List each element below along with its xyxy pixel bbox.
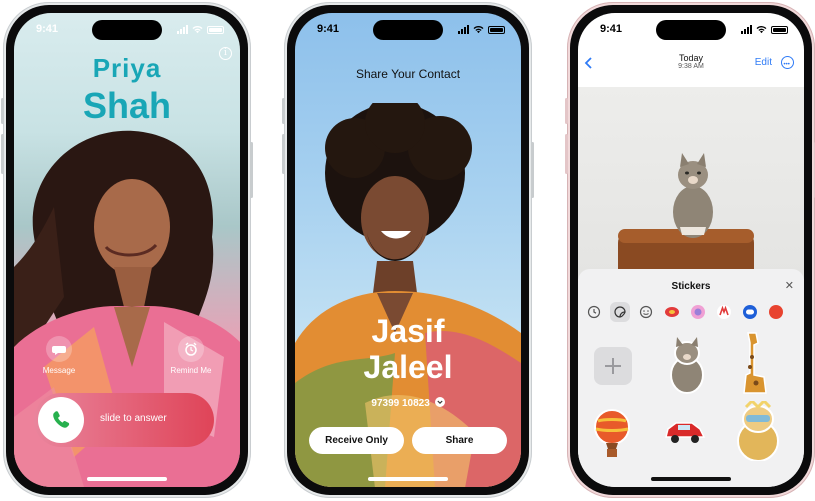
stickers-drawer: Stickers ✕ (578, 269, 804, 487)
messages-screen: 9:41 Today 9:38 AM Edit Stickers ✕ (578, 13, 804, 487)
kitten-on-ottoman-image (618, 153, 754, 289)
conversation-nav-bar: Today 9:38 AM Edit (578, 49, 804, 85)
battery-icon (771, 25, 788, 34)
stickers-icon[interactable] (610, 302, 630, 322)
share-contact-screen: 9:41 Share Your Contact Jasif Jaleel 973… (295, 13, 521, 487)
home-indicator (651, 477, 731, 481)
add-sticker-button[interactable] (594, 347, 632, 385)
cellular-signal-icon (741, 25, 752, 34)
cellular-signal-icon (458, 25, 469, 34)
phone-namedrop: 9:41 Share Your Contact Jasif Jaleel 973… (282, 2, 534, 498)
remind-me-button[interactable]: Remind Me (166, 336, 216, 375)
phone-number-row[interactable]: 97399 10823 (295, 397, 521, 409)
status-bar: 9:41 (295, 22, 521, 38)
incoming-call-screen: 9:41 Priya Shah i Message Remind Me slid… (14, 13, 240, 487)
status-bar: 9:41 (14, 22, 240, 38)
remind-me-label: Remind Me (170, 366, 212, 375)
message-label: Message (42, 366, 76, 375)
chevron-down-icon (434, 397, 445, 407)
wifi-icon (192, 26, 203, 34)
contact-name: Jasif Jaleel (295, 313, 521, 385)
edit-button[interactable]: Edit (755, 57, 772, 68)
balloon-sticker[interactable] (592, 409, 632, 459)
home-indicator (87, 477, 167, 481)
pack-icon-4[interactable] (740, 302, 760, 322)
home-indicator (368, 477, 448, 481)
message-bubble-icon (46, 336, 72, 362)
dog-sticker[interactable] (732, 401, 784, 461)
info-icon[interactable]: i (219, 47, 232, 60)
pack-icon-5[interactable] (766, 302, 786, 322)
phone-number: 97399 10823 (371, 398, 430, 409)
wifi-icon (756, 26, 767, 34)
share-contact-title: Share Your Contact (355, 67, 461, 81)
alarm-clock-icon (178, 336, 204, 362)
pack-icon-3[interactable] (714, 302, 734, 322)
kitten-photo[interactable] (578, 87, 804, 289)
slide-to-answer-label: slide to answer (100, 413, 167, 424)
sticker-tabs (584, 301, 804, 323)
slide-to-answer-slider[interactable]: slide to answer (34, 393, 214, 447)
receive-only-button[interactable]: Receive Only (309, 427, 404, 454)
status-bar: 9:41 (578, 22, 804, 38)
battery-icon (207, 25, 224, 34)
red-car-sticker[interactable] (662, 419, 708, 445)
kitten-sticker[interactable] (664, 335, 710, 395)
status-time: 9:41 (36, 23, 59, 35)
phone-handset-icon (53, 411, 70, 428)
pack-icon-2[interactable] (688, 302, 708, 322)
contact-last-name: Shah (82, 85, 171, 126)
share-button[interactable]: Share (412, 427, 507, 454)
contact-last-name: Jaleel (363, 349, 453, 385)
contact-first-name: Jasif (371, 313, 445, 349)
cellular-signal-icon (177, 25, 188, 34)
phone-incoming-call: 9:41 Priya Shah i Message Remind Me slid… (1, 2, 253, 498)
wifi-icon (473, 26, 484, 34)
recents-icon[interactable] (584, 302, 604, 322)
message-button[interactable]: Message (34, 336, 84, 375)
pack-icon-1[interactable] (662, 302, 682, 322)
giraffe-sticker[interactable] (738, 329, 772, 395)
phone-messages-stickers: 9:41 Today 9:38 AM Edit Stickers ✕ (565, 2, 815, 498)
status-time: 9:41 (600, 23, 623, 35)
stickers-title: Stickers (671, 281, 711, 292)
status-time: 9:41 (317, 23, 340, 35)
answer-knob[interactable] (38, 397, 84, 443)
battery-icon (488, 25, 505, 34)
contact-first-name: Priya (92, 53, 162, 83)
emoji-sticker-icon[interactable] (636, 302, 656, 322)
more-options-icon[interactable] (781, 56, 794, 69)
close-icon[interactable]: ✕ (785, 279, 794, 292)
